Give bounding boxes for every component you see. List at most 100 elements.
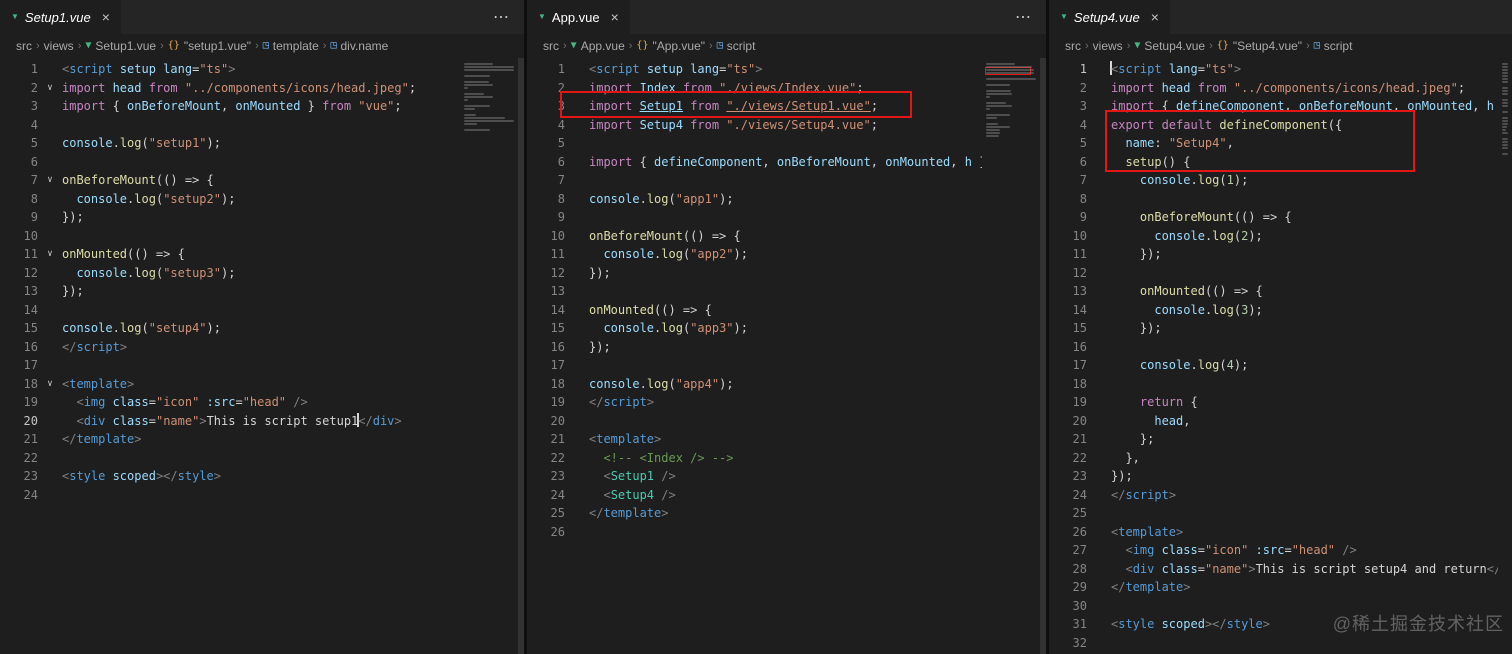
code-line[interactable]: 19 <img class="icon" :src="head" />	[0, 393, 460, 412]
code-line[interactable]: 12 console.log("setup3");	[0, 264, 460, 283]
breadcrumb-item[interactable]: ◳ script	[1314, 39, 1353, 53]
breadcrumb-item[interactable]: views	[1093, 39, 1123, 53]
code-line[interactable]: 28 <div class="name">This is script setu…	[1049, 560, 1498, 579]
code-line[interactable]: 10 console.log(2);	[1049, 227, 1498, 246]
code-line[interactable]: 7	[527, 171, 982, 190]
code-line[interactable]: 10 onBeforeMount(() => {	[527, 227, 982, 246]
fold-chevron-icon[interactable]: ∨	[38, 79, 62, 98]
code-line[interactable]: 1 <script lang="ts">	[1049, 60, 1498, 79]
code-line[interactable]: 15 console.log("setup4");	[0, 319, 460, 338]
code-line[interactable]: 13	[527, 282, 982, 301]
minimap[interactable]	[460, 58, 518, 654]
code-line[interactable]: 23 <Setup1 />	[527, 467, 982, 486]
code-line[interactable]: 3 import { defineComponent, onBeforeMount…	[1049, 97, 1498, 116]
code-line[interactable]: 19 return {	[1049, 393, 1498, 412]
code-line[interactable]: 9});	[0, 208, 460, 227]
code-line[interactable]: 6 setup() {	[1049, 153, 1498, 172]
code-line[interactable]: 7 console.log(1);	[1049, 171, 1498, 190]
close-icon[interactable]: ×	[102, 9, 110, 25]
code-line[interactable]: 26	[527, 523, 982, 542]
tab-setup4-vue[interactable]: ▼ Setup4.vue ×	[1049, 0, 1171, 34]
code-line[interactable]: 23});	[1049, 467, 1498, 486]
fold-chevron-icon[interactable]: ∨	[38, 245, 62, 264]
breadcrumb-item[interactable]: src	[1065, 39, 1081, 53]
code-line[interactable]: 22	[0, 449, 460, 468]
code-line[interactable]: 6	[0, 153, 460, 172]
code-line[interactable]: 22 <!-- <Index /> -->	[527, 449, 982, 468]
code-line[interactable]: 13 onMounted(() => {	[1049, 282, 1498, 301]
breadcrumb-item[interactable]: src	[16, 39, 32, 53]
code-line[interactable]: 32	[1049, 634, 1498, 653]
code-line[interactable]: 9	[527, 208, 982, 227]
code-line[interactable]: 5 name: "Setup4",	[1049, 134, 1498, 153]
minimap[interactable]	[1498, 58, 1512, 654]
code-line[interactable]: 9 onBeforeMount(() => {	[1049, 208, 1498, 227]
code-line[interactable]: 11 });	[1049, 245, 1498, 264]
scrollbar[interactable]	[518, 58, 524, 654]
code-line[interactable]: 26 <template>	[1049, 523, 1498, 542]
code-line[interactable]: 14 onMounted(() => {	[527, 301, 982, 320]
code-line[interactable]: 2 import Index from "./views/Index.vue";	[527, 79, 982, 98]
code-line[interactable]: 18	[1049, 375, 1498, 394]
code-editor[interactable]: 1 <script setup lang="ts"> 2 import Index f…	[527, 58, 1046, 654]
code-line[interactable]: 21 </template>	[0, 430, 460, 449]
code-line[interactable]: 3 import { onBeforeMount, onMounted } fro…	[0, 97, 460, 116]
code-line[interactable]: 20 head,	[1049, 412, 1498, 431]
code-line[interactable]: 17	[527, 356, 982, 375]
breadcrumb-item[interactable]: {} "App.vue"	[636, 39, 705, 53]
code-line[interactable]: 8	[1049, 190, 1498, 209]
code-line[interactable]: 27 <img class="icon" :src="head" />	[1049, 541, 1498, 560]
breadcrumb-item[interactable]: {} "Setup4.vue"	[1217, 39, 1302, 53]
more-actions-icon[interactable]: ⋯	[479, 0, 524, 34]
code-editor[interactable]: 1 <script lang="ts"> 2 import head from "..…	[1049, 58, 1512, 654]
code-line[interactable]: 16 </script>	[0, 338, 460, 357]
code-line[interactable]: 8 console.log("app1");	[527, 190, 982, 209]
code-line[interactable]: 16});	[527, 338, 982, 357]
code-line[interactable]: 12	[1049, 264, 1498, 283]
code-line[interactable]: 17 console.log(4);	[1049, 356, 1498, 375]
code-line[interactable]: 1 <script setup lang="ts">	[0, 60, 460, 79]
more-actions-icon[interactable]: ⋯	[1001, 0, 1046, 34]
code-line[interactable]: 23 <style scoped></style>	[0, 467, 460, 486]
code-line[interactable]: 22 },	[1049, 449, 1498, 468]
close-icon[interactable]: ×	[611, 9, 619, 25]
code-line[interactable]: 8 console.log("setup2");	[0, 190, 460, 209]
code-line[interactable]: 20	[527, 412, 982, 431]
code-line[interactable]: 3 import Setup1 from "./views/Setup1.vue"…	[527, 97, 982, 116]
code-line[interactable]: 14 console.log(3);	[1049, 301, 1498, 320]
code-line[interactable]: 17	[0, 356, 460, 375]
code-line[interactable]: 4 export default defineComponent({	[1049, 116, 1498, 135]
code-line[interactable]: 15 });	[1049, 319, 1498, 338]
code-line[interactable]: 14	[0, 301, 460, 320]
code-line[interactable]: 25	[1049, 504, 1498, 523]
code-line[interactable]: 11 console.log("app2");	[527, 245, 982, 264]
code-line[interactable]: 1 <script setup lang="ts">	[527, 60, 982, 79]
fold-chevron-icon[interactable]: ∨	[38, 171, 62, 190]
tab-setup1-vue[interactable]: ▼ Setup1.vue ×	[0, 0, 122, 34]
code-line[interactable]: 20 <div class="name">This is script setu…	[0, 412, 460, 431]
code-editor[interactable]: 1 <script setup lang="ts"> 2 ∨ import head f…	[0, 58, 524, 654]
code-line[interactable]: 5 console.log("setup1");	[0, 134, 460, 153]
code-line[interactable]: 4 import Setup4 from "./views/Setup4.vue"…	[527, 116, 982, 135]
close-icon[interactable]: ×	[1151, 9, 1159, 25]
breadcrumb-item[interactable]: ▼ App.vue	[571, 39, 625, 53]
scrollbar[interactable]	[1040, 58, 1046, 654]
tab-app-vue[interactable]: ▼ App.vue ×	[527, 0, 631, 34]
code-line[interactable]: 12});	[527, 264, 982, 283]
code-line[interactable]: 7 ∨ onBeforeMount(() => {	[0, 171, 460, 190]
breadcrumb-item[interactable]: ▼ Setup1.vue	[85, 39, 156, 53]
code-line[interactable]: 4	[0, 116, 460, 135]
code-line[interactable]: 18 console.log("app4");	[527, 375, 982, 394]
code-line[interactable]: 15 console.log("app3");	[527, 319, 982, 338]
code-line[interactable]: 29 </template>	[1049, 578, 1498, 597]
code-line[interactable]: 5	[527, 134, 982, 153]
code-line[interactable]: 21 <template>	[527, 430, 982, 449]
code-line[interactable]: 19 </script>	[527, 393, 982, 412]
breadcrumb-item[interactable]: {} "setup1.vue"	[168, 39, 251, 53]
minimap[interactable]	[982, 58, 1040, 654]
breadcrumb-item[interactable]: ▼ Setup4.vue	[1134, 39, 1205, 53]
breadcrumb-item[interactable]: views	[44, 39, 74, 53]
fold-chevron-icon[interactable]: ∨	[38, 375, 62, 394]
code-line[interactable]: 25 </template>	[527, 504, 982, 523]
breadcrumb-item[interactable]: src	[543, 39, 559, 53]
